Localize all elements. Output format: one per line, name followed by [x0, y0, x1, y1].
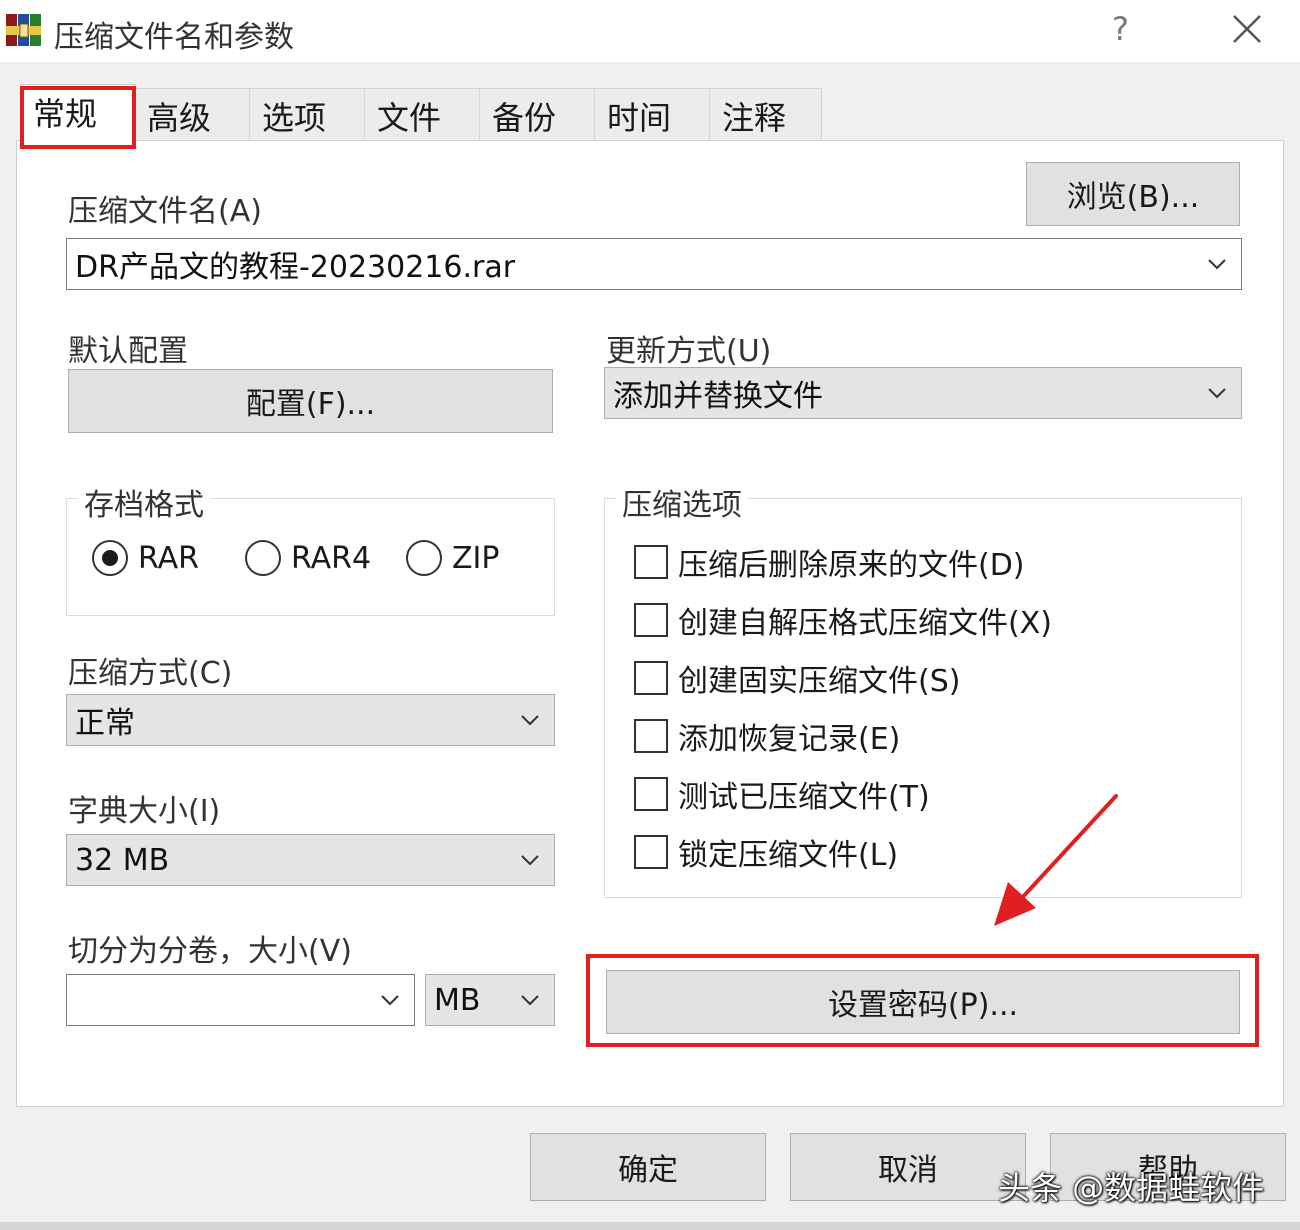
- radio-empty-icon[interactable]: [245, 540, 281, 576]
- method-value: 正常: [75, 706, 135, 741]
- checkbox-icon[interactable]: [634, 835, 668, 869]
- checkbox-icon[interactable]: [634, 545, 668, 579]
- tab-advanced[interactable]: 高级: [134, 88, 250, 140]
- tab-options[interactable]: 选项: [249, 88, 365, 140]
- dict-select[interactable]: 32 MB: [66, 834, 555, 886]
- profiles-button[interactable]: 配置(F)...: [68, 369, 553, 433]
- option-delete-after[interactable]: 压缩后删除原来的文件(D): [634, 540, 1025, 584]
- split-label: 切分为分卷，大小(V): [68, 934, 352, 969]
- archive-name-value: DR产品文的教程-20230216.rar: [75, 250, 516, 285]
- archive-options-title: 压缩选项: [616, 480, 748, 524]
- dict-label: 字典大小(I): [68, 794, 221, 829]
- chevron-down-icon[interactable]: [1207, 387, 1227, 399]
- option-solid[interactable]: 创建固实压缩文件(S): [634, 656, 960, 700]
- checkbox-icon[interactable]: [634, 661, 668, 695]
- tab-files[interactable]: 文件: [364, 88, 480, 140]
- split-unit-select[interactable]: MB: [425, 974, 555, 1026]
- highlight-password-box: [586, 954, 1259, 1047]
- title-bar: 压缩文件名和参数 ?: [0, 0, 1300, 62]
- radio-rar4-label: RAR4: [291, 540, 372, 576]
- chevron-down-icon[interactable]: [520, 994, 540, 1006]
- winrar-books-icon: [6, 14, 41, 46]
- close-icon[interactable]: [1230, 10, 1264, 50]
- chevron-down-icon[interactable]: [520, 854, 540, 866]
- split-size-combo[interactable]: [66, 974, 415, 1026]
- radio-rar[interactable]: RAR: [92, 540, 199, 576]
- archive-name-label: 压缩文件名(A): [68, 194, 262, 229]
- option-lock-archive[interactable]: 锁定压缩文件(L): [634, 830, 898, 874]
- radio-rar4[interactable]: RAR4: [245, 540, 371, 576]
- tab-comment[interactable]: 注释: [709, 88, 822, 140]
- profile-label: 默认配置: [68, 334, 188, 369]
- checkbox-icon[interactable]: [634, 777, 668, 811]
- chevron-down-icon[interactable]: [520, 714, 540, 726]
- help-icon[interactable]: ?: [1112, 10, 1129, 48]
- update-mode-select[interactable]: 添加并替换文件: [604, 367, 1242, 419]
- cancel-button[interactable]: 取消: [790, 1133, 1026, 1201]
- method-select[interactable]: 正常: [66, 694, 555, 746]
- method-label: 压缩方式(C): [68, 656, 233, 691]
- update-mode-value: 添加并替换文件: [613, 379, 823, 414]
- tab-time[interactable]: 时间: [594, 88, 710, 140]
- split-unit-value: MB: [434, 982, 481, 1018]
- option-test-archive[interactable]: 测试已压缩文件(T): [634, 772, 930, 816]
- archive-format-title: 存档格式: [78, 480, 210, 524]
- window-title: 压缩文件名和参数: [54, 20, 294, 55]
- checkbox-icon[interactable]: [634, 603, 668, 637]
- checkbox-icon[interactable]: [634, 719, 668, 753]
- browse-button[interactable]: 浏览(B)...: [1026, 162, 1240, 226]
- option-label: 添加恢复记录(E): [678, 722, 901, 757]
- radio-rar-label: RAR: [138, 540, 199, 576]
- tab-backup[interactable]: 备份: [479, 88, 595, 140]
- radio-zip[interactable]: ZIP: [406, 540, 500, 576]
- chevron-down-icon[interactable]: [1207, 258, 1227, 270]
- option-label: 锁定压缩文件(L): [678, 838, 899, 873]
- dict-value: 32 MB: [75, 842, 170, 878]
- bottom-strip: [0, 1222, 1300, 1230]
- update-mode-label: 更新方式(U): [606, 334, 772, 369]
- option-label: 压缩后删除原来的文件(D): [678, 548, 1025, 583]
- chevron-down-icon[interactable]: [380, 994, 400, 1006]
- red-arrow-annotation: [994, 794, 1118, 926]
- option-sfx[interactable]: 创建自解压格式压缩文件(X): [634, 598, 1052, 642]
- option-recovery-record[interactable]: 添加恢复记录(E): [634, 714, 900, 758]
- radio-selected-icon[interactable]: [92, 540, 128, 576]
- radio-zip-label: ZIP: [452, 540, 500, 576]
- highlight-tab-box: [20, 86, 136, 149]
- option-label: 测试已压缩文件(T): [678, 780, 930, 815]
- radio-empty-icon[interactable]: [406, 540, 442, 576]
- option-label: 创建自解压格式压缩文件(X): [678, 606, 1052, 641]
- watermark: 头条 @数据蛙软件: [998, 1169, 1265, 1207]
- option-label: 创建固实压缩文件(S): [678, 664, 961, 699]
- archive-name-combo[interactable]: DR产品文的教程-20230216.rar: [66, 238, 1242, 290]
- ok-button[interactable]: 确定: [530, 1133, 766, 1201]
